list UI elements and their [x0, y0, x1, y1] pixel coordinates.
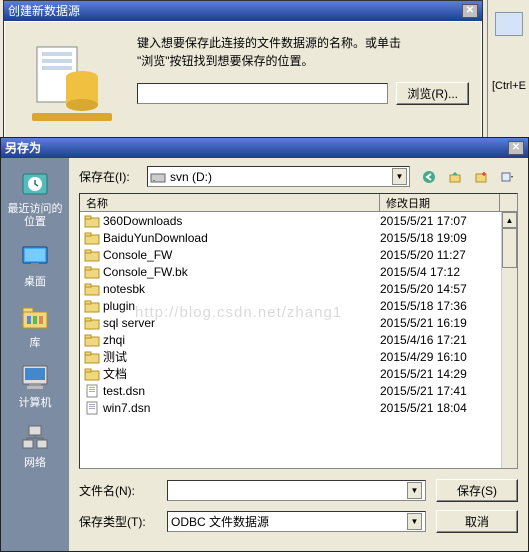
folder-icon — [84, 299, 100, 313]
folder-icon — [84, 282, 100, 296]
filename-input[interactable] — [171, 482, 407, 499]
file-name: BaiduYunDownload — [103, 231, 380, 245]
dialog1-titlebar: 创建新数据源 ✕ — [4, 1, 482, 21]
folder-icon — [84, 214, 100, 228]
file-date: 2015/4/29 16:10 — [380, 350, 500, 364]
file-row[interactable]: test.dsn2015/5/21 17:41 — [80, 382, 517, 399]
place-label: 库 — [3, 337, 67, 350]
file-row[interactable]: BaiduYunDownload2015/5/18 19:09 — [80, 229, 517, 246]
file-name: 360Downloads — [103, 214, 380, 228]
folder-icon — [84, 367, 100, 381]
place-network[interactable]: 网络 — [1, 418, 69, 478]
file-date: 2015/5/21 18:04 — [380, 401, 500, 415]
scroll-thumb[interactable] — [502, 228, 517, 268]
filename-dropdown-icon[interactable]: ▼ — [407, 482, 422, 499]
file-row[interactable]: Console_FW2015/5/20 11:27 — [80, 246, 517, 263]
file-name: Console_FW.bk — [103, 265, 380, 279]
nav-back-button[interactable] — [418, 166, 440, 187]
column-header-name[interactable]: 名称 — [80, 194, 380, 211]
dialog1-title-text: 创建新数据源 — [8, 1, 80, 21]
file-name: Console_FW — [103, 248, 380, 262]
filetype-value: ODBC 文件数据源 — [171, 513, 407, 530]
nav-viewmenu-button[interactable] — [496, 166, 518, 187]
file-name: zhqi — [103, 333, 380, 347]
right-toolbar — [487, 0, 529, 137]
place-libraries[interactable]: 库 — [1, 298, 69, 358]
place-recent[interactable]: 最近访问的位置 — [1, 164, 69, 237]
datasource-icon — [17, 34, 127, 129]
place-computer[interactable]: 计算机 — [1, 358, 69, 418]
file-date: 2015/4/16 17:21 — [380, 333, 500, 347]
file-name: plugin — [103, 299, 380, 313]
file-date: 2015/5/20 14:57 — [380, 282, 500, 296]
folder-icon — [84, 248, 100, 262]
folder-icon — [84, 231, 100, 245]
file-row[interactable]: Console_FW.bk2015/5/4 17:12 — [80, 263, 517, 280]
filename-label: 文件名(N): — [79, 482, 157, 499]
dialog2-titlebar: 另存为 ✕ — [1, 138, 528, 158]
file-name: sql server — [103, 316, 380, 330]
file-name: notesbk — [103, 282, 380, 296]
scrollbar[interactable]: ▲ — [501, 212, 517, 468]
filetype-label: 保存类型(T): — [79, 513, 157, 530]
file-date: 2015/5/21 17:07 — [380, 214, 500, 228]
file-date: 2015/5/18 17:36 — [380, 299, 500, 313]
file-row[interactable]: zhqi2015/4/16 17:21 — [80, 331, 517, 348]
filetype-combo[interactable]: ODBC 文件数据源 ▼ — [167, 511, 426, 532]
column-header-date[interactable]: 修改日期 — [380, 194, 500, 211]
file-name: win7.dsn — [103, 401, 380, 415]
save-as-dialog: 另存为 ✕ 最近访问的位置桌面库计算机网络 保存在(I): svn (D:) ▼ — [0, 137, 529, 552]
file-icon — [84, 401, 100, 415]
file-row[interactable]: 文档2015/5/21 14:29 — [80, 365, 517, 382]
file-name: 测试 — [103, 348, 380, 365]
filetype-dropdown-icon[interactable]: ▼ — [407, 513, 422, 530]
dialog2-close-button[interactable]: ✕ — [508, 141, 524, 155]
file-name: 文档 — [103, 365, 380, 382]
save-button[interactable]: 保存(S) — [436, 479, 518, 502]
toolbar-icon-1[interactable] — [495, 12, 523, 36]
browse-button[interactable]: 浏览(R)... — [396, 82, 469, 105]
place-label: 最近访问的位置 — [3, 203, 67, 229]
lookin-dropdown-icon[interactable]: ▼ — [392, 168, 407, 185]
datasource-name-input[interactable] — [137, 83, 388, 104]
dialog1-close-button[interactable]: ✕ — [462, 4, 478, 18]
place-label: 桌面 — [3, 276, 67, 289]
filename-combo[interactable]: ▼ — [167, 480, 426, 501]
place-label: 网络 — [3, 457, 67, 470]
lookin-combo[interactable]: svn (D:) ▼ — [147, 166, 410, 187]
file-row[interactable]: plugin2015/5/18 17:36 — [80, 297, 517, 314]
lookin-value: svn (D:) — [170, 170, 388, 184]
file-icon — [84, 384, 100, 398]
folder-icon — [84, 333, 100, 347]
file-row[interactable]: 360Downloads2015/5/21 17:07 — [80, 212, 517, 229]
cancel-button[interactable]: 取消 — [436, 510, 518, 533]
file-row[interactable]: win7.dsn2015/5/21 18:04 — [80, 399, 517, 416]
folder-icon — [84, 316, 100, 330]
folder-icon — [84, 265, 100, 279]
folder-icon — [84, 350, 100, 364]
file-date: 2015/5/18 19:09 — [380, 231, 500, 245]
file-date: 2015/5/21 17:41 — [380, 384, 500, 398]
places-bar: 最近访问的位置桌面库计算机网络 — [1, 158, 69, 551]
file-date: 2015/5/20 11:27 — [380, 248, 500, 262]
file-date: 2015/5/21 16:19 — [380, 316, 500, 330]
file-list: 名称 修改日期 360Downloads2015/5/21 17:07Baidu… — [79, 193, 518, 469]
lookin-label: 保存在(I): — [79, 168, 139, 185]
file-row[interactable]: notesbk2015/5/20 14:57 — [80, 280, 517, 297]
nav-up-button[interactable] — [444, 166, 466, 187]
file-row[interactable]: 测试2015/4/29 16:10 — [80, 348, 517, 365]
dialog1-instruction: 键入想要保存此连接的文件数据源的名称。或单击 "浏览"按钮找到想要保存的位置。 — [137, 34, 469, 70]
create-datasource-dialog: 创建新数据源 ✕ 键入想要保存此连接的文件数据源的名称。或单击 "浏览"按钮找到… — [3, 0, 483, 143]
file-date: 2015/5/4 17:12 — [380, 265, 500, 279]
place-desktop[interactable]: 桌面 — [1, 237, 69, 297]
scroll-up-icon[interactable]: ▲ — [502, 212, 517, 228]
file-row[interactable]: sql server2015/5/21 16:19 — [80, 314, 517, 331]
nav-newfolder-button[interactable] — [470, 166, 492, 187]
place-label: 计算机 — [3, 397, 67, 410]
dialog2-title-text: 另存为 — [5, 138, 41, 158]
shortcut-hint: [Ctrl+E — [492, 80, 526, 92]
file-date: 2015/5/21 14:29 — [380, 367, 500, 381]
file-name: test.dsn — [103, 384, 380, 398]
